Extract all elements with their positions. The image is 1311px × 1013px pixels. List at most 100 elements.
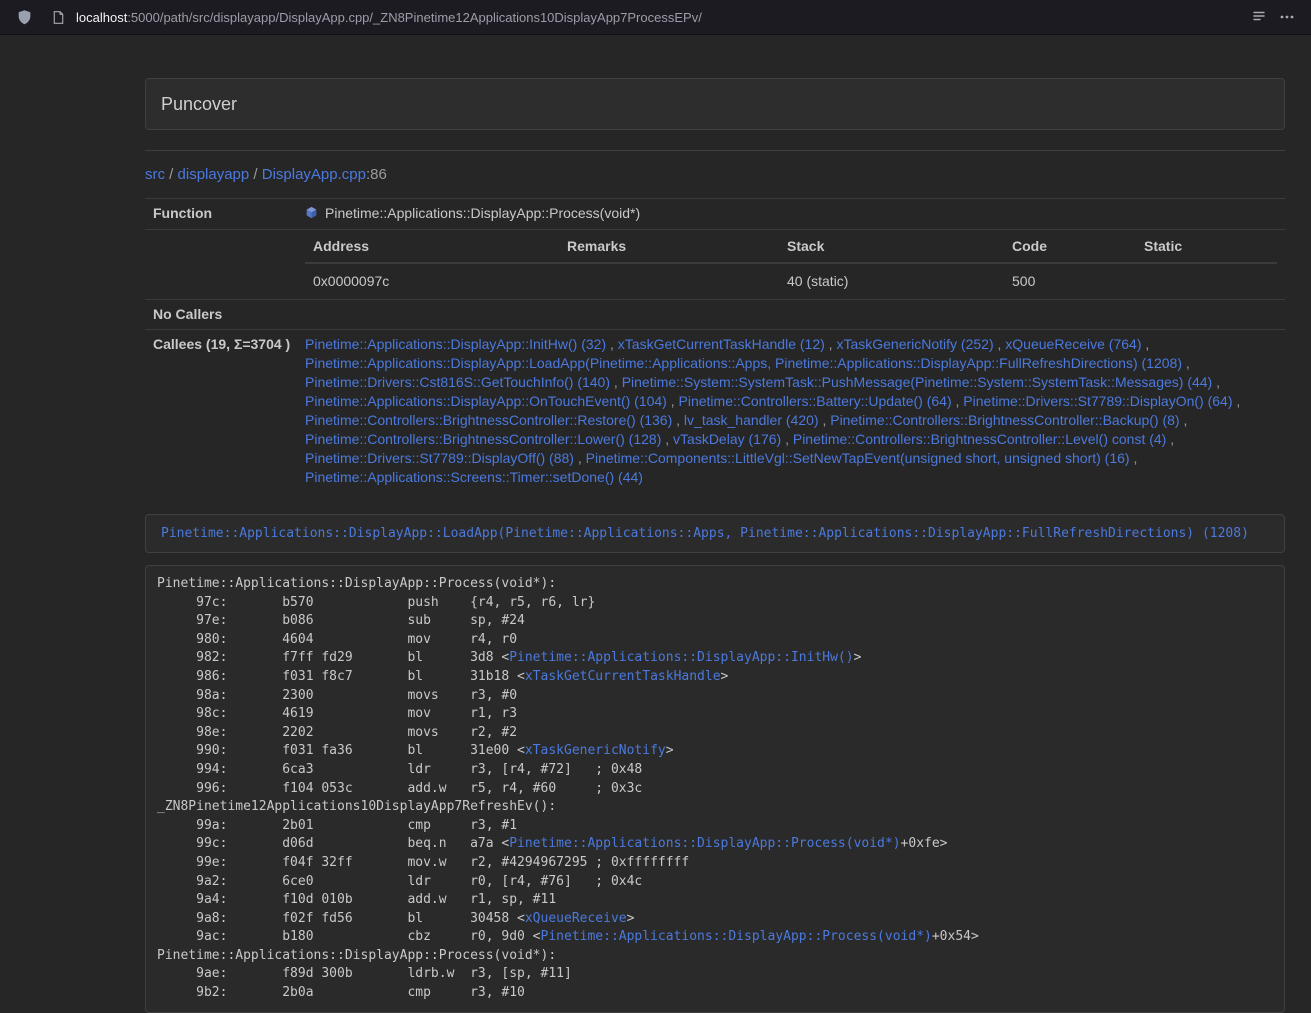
disassembly-text: 982: f7ff fd29 bl 3d8 < xyxy=(157,650,509,665)
breadcrumb-separator: / xyxy=(249,166,262,183)
disassembly-symbol-link[interactable]: Pinetime::Applications::DisplayApp::Init… xyxy=(509,650,853,665)
page-icon[interactable] xyxy=(48,7,68,27)
col-header-static: Static xyxy=(1136,230,1277,263)
callee-separator: , xyxy=(819,412,831,428)
divider xyxy=(145,150,1285,151)
reader-view-icon[interactable] xyxy=(1245,3,1273,31)
disassembly-text: 9a4: f10d 010b add.w r1, sp, #11 xyxy=(157,892,556,907)
callee-separator: , xyxy=(952,393,964,409)
disassembly-text: 99e: f04f 32ff mov.w r2, #4294967295 ; 0… xyxy=(157,855,689,870)
url-host: localhost xyxy=(76,10,127,25)
callee-link[interactable]: Pinetime::Controllers::BrightnessControl… xyxy=(793,431,1166,447)
disassembly-symbol-link[interactable]: Pinetime::Applications::DisplayApp::Proc… xyxy=(509,836,900,851)
callee-separator: , xyxy=(1233,393,1241,409)
page-container: Puncover src / displayapp / DisplayApp.c… xyxy=(145,78,1285,1013)
disassembly-symbol-link[interactable]: xTaskGenericNotify xyxy=(525,743,666,758)
col-header-code: Code xyxy=(1004,230,1136,263)
callee-separator: , xyxy=(1141,336,1149,352)
callee-separator: , xyxy=(1182,355,1190,371)
callee-separator: , xyxy=(672,412,684,428)
disassembly-text: > xyxy=(666,743,674,758)
breadcrumb: src / displayapp / DisplayApp.cpp:86 xyxy=(145,165,1285,185)
disassembly-text: 996: f104 053c add.w r5, r4, #60 ; 0x3c xyxy=(157,781,642,796)
callees-row: Callees (19, Σ=3704 ) Pinetime::Applicat… xyxy=(145,330,1285,493)
browser-chrome: localhost:5000/path/src/displayapp/Displ… xyxy=(0,0,1311,35)
function-table: Function Pinetime::Applications::Display… xyxy=(145,198,1285,492)
callee-link[interactable]: Pinetime::System::SystemTask::PushMessag… xyxy=(622,374,1213,390)
disassembly-text: Pinetime::Applications::DisplayApp::Proc… xyxy=(157,576,556,591)
callee-link[interactable]: Pinetime::Drivers::St7789::DisplayOn() (… xyxy=(963,393,1232,409)
disassembly-text: > xyxy=(854,650,862,665)
callee-link[interactable]: Pinetime::Applications::DisplayApp::Init… xyxy=(305,336,606,352)
disassembly-text: 986: f031 f8c7 bl 31b18 < xyxy=(157,669,525,684)
breadcrumb-line-number: :86 xyxy=(366,166,387,183)
col-header-address: Address xyxy=(305,230,559,263)
callee-link[interactable]: Pinetime::Controllers::BrightnessControl… xyxy=(305,431,661,447)
disassembly-symbol-link[interactable]: xTaskGetCurrentTaskHandle xyxy=(525,669,721,684)
callee-link[interactable]: Pinetime::Applications::Screens::Timer::… xyxy=(305,469,643,485)
col-header-stack: Stack xyxy=(779,230,1004,263)
callee-separator: , xyxy=(1212,374,1220,390)
callees-label: Callees (19, Σ=3704 ) xyxy=(145,330,297,493)
callee-separator: , xyxy=(574,450,586,466)
callee-link[interactable]: xQueueReceive (764) xyxy=(1005,336,1141,352)
stats-header-row: Address Remarks Stack Code Static xyxy=(305,230,1277,263)
stats-table: Address Remarks Stack Code Static 0x0000… xyxy=(305,230,1277,299)
breadcrumb-separator: / xyxy=(165,166,178,183)
callee-link[interactable]: vTaskDelay (176) xyxy=(673,431,781,447)
disassembly-text: 99a: 2b01 cmp r3, #1 xyxy=(157,818,517,833)
navbar-brand[interactable]: Puncover xyxy=(161,94,237,115)
callee-link[interactable]: Pinetime::Drivers::St7789::DisplayOff() … xyxy=(305,450,574,466)
disassembly-symbol-link[interactable]: Pinetime::Applications::DisplayApp::Proc… xyxy=(541,929,932,944)
stats-value-row: 0x0000097c 40 (static) 500 xyxy=(305,263,1277,299)
overflow-menu-icon[interactable] xyxy=(1273,3,1301,31)
disassembly-text: 990: f031 fa36 bl 31e00 < xyxy=(157,743,525,758)
no-callers-row: No Callers xyxy=(145,300,1285,330)
function-icon xyxy=(305,205,318,224)
disassembly-text: 9ae: f89d 300b ldrb.w r3, [sp, #11] xyxy=(157,966,572,981)
callee-link[interactable]: xTaskGenericNotify (252) xyxy=(836,336,993,352)
disassembly-text: _ZN8Pinetime12Applications10DisplayApp7R… xyxy=(157,799,556,814)
breadcrumb-link[interactable]: src xyxy=(145,166,165,183)
disassembly-symbol-link[interactable]: xQueueReceive xyxy=(525,911,627,926)
disassembly-text: +0xfe> xyxy=(901,836,948,851)
static-value xyxy=(1136,263,1277,299)
stack-value: 40 (static) xyxy=(779,263,1004,299)
symbol-panel: Pinetime::Applications::DisplayApp::Load… xyxy=(145,514,1285,553)
disassembly-text: 99c: d06d beq.n a7a < xyxy=(157,836,509,851)
no-callers-label: No Callers xyxy=(145,300,297,330)
shield-icon[interactable] xyxy=(10,3,38,31)
callee-link[interactable]: lv_task_handler (420) xyxy=(684,412,819,428)
col-header-remarks: Remarks xyxy=(559,230,779,263)
callee-separator: , xyxy=(1180,412,1188,428)
callee-link[interactable]: xTaskGetCurrentTaskHandle (12) xyxy=(618,336,825,352)
disassembly-text: 98e: 2202 movs r2, #2 xyxy=(157,725,517,740)
address-value: 0x0000097c xyxy=(305,263,559,299)
symbol-panel-link[interactable]: Pinetime::Applications::DisplayApp::Load… xyxy=(161,526,1249,541)
callee-link[interactable]: Pinetime::Controllers::Battery::Update()… xyxy=(679,393,952,409)
callee-separator: , xyxy=(825,336,837,352)
url-bar[interactable]: localhost:5000/path/src/displayapp/Displ… xyxy=(42,3,1241,31)
callee-separator: , xyxy=(661,431,673,447)
callee-link[interactable]: Pinetime::Components::LittleVgl::SetNewT… xyxy=(586,450,1130,466)
disassembly-text: 9a8: f02f fd56 bl 30458 < xyxy=(157,911,525,926)
callee-separator: , xyxy=(1166,431,1174,447)
breadcrumb-link[interactable]: displayapp xyxy=(178,166,250,183)
disassembly-text: +0x54> xyxy=(932,929,979,944)
disassembly-text: > xyxy=(627,911,635,926)
callee-link[interactable]: Pinetime::Controllers::BrightnessControl… xyxy=(830,412,1179,428)
navbar: Puncover xyxy=(145,78,1285,130)
disassembly-text: > xyxy=(721,669,729,684)
breadcrumb-link[interactable]: DisplayApp.cpp xyxy=(262,166,366,183)
disassembly: Pinetime::Applications::DisplayApp::Proc… xyxy=(145,565,1285,1013)
callee-link[interactable]: Pinetime::Drivers::Cst816S::GetTouchInfo… xyxy=(305,374,610,390)
disassembly-text: 980: 4604 mov r4, r0 xyxy=(157,632,517,647)
callee-link[interactable]: Pinetime::Controllers::BrightnessControl… xyxy=(305,412,672,428)
callee-link[interactable]: Pinetime::Applications::DisplayApp::OnTo… xyxy=(305,393,667,409)
disassembly-text: 98c: 4619 mov r1, r3 xyxy=(157,706,517,721)
callee-link[interactable]: Pinetime::Applications::DisplayApp::Load… xyxy=(305,355,1182,371)
callee-separator: , xyxy=(610,374,622,390)
code-value: 500 xyxy=(1004,263,1136,299)
stats-row: Address Remarks Stack Code Static 0x0000… xyxy=(145,230,1285,300)
function-name: Pinetime::Applications::DisplayApp::Proc… xyxy=(325,205,640,221)
